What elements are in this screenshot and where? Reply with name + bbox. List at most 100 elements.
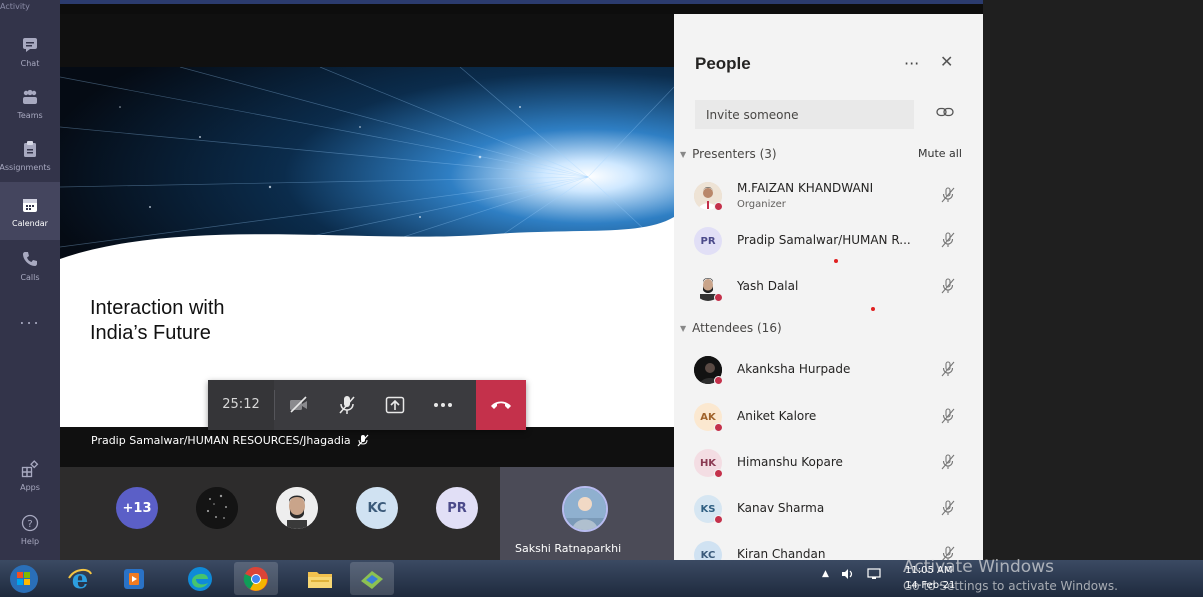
participant-name: Kanav Sharma — [737, 501, 825, 515]
participant-name: Akanksha Hurpade — [737, 362, 851, 376]
participant-initials: KC — [700, 549, 716, 561]
panel-close-button[interactable]: ✕ — [940, 52, 953, 71]
self-avatar — [562, 486, 608, 532]
chevron-up-icon[interactable]: ▲ — [822, 569, 829, 579]
rail-label-help: Help — [20, 537, 40, 546]
camera-toggle-button[interactable] — [275, 380, 323, 430]
mic-toggle-button[interactable] — [323, 380, 371, 430]
rail-more-button[interactable]: ... — [0, 290, 60, 346]
svg-text:?: ? — [27, 519, 32, 530]
rail-label-assignments: Assignments — [0, 163, 51, 172]
rail-item-activity-cut[interactable]: Activity — [0, 0, 60, 14]
invite-input[interactable] — [695, 100, 914, 129]
call-controls-bar: 25:12 — [208, 380, 526, 430]
taskbar-edge[interactable] — [178, 562, 222, 595]
participant-photo-image — [276, 487, 318, 529]
rail-item-help[interactable]: ? Help — [0, 500, 60, 558]
start-button[interactable] — [2, 562, 46, 595]
call-timer: 25:12 — [208, 380, 274, 430]
participant-avatar-pr[interactable]: PR — [436, 487, 478, 529]
participant-name: Yash Dalal — [737, 279, 799, 293]
taskbar-file-explorer[interactable] — [298, 562, 342, 595]
mic-off-icon[interactable] — [941, 454, 955, 470]
meeting-top-band — [60, 0, 983, 14]
rail-item-chat[interactable]: Chat — [0, 22, 60, 80]
annotation-dot — [834, 259, 838, 263]
participant-row[interactable]: Akanksha Hurpade — [694, 350, 976, 390]
overflow-participants-button[interactable]: +13 — [116, 487, 158, 529]
slide-graphic — [60, 67, 674, 277]
media-player-icon — [124, 568, 144, 589]
rail-item-teams[interactable]: Teams — [0, 74, 60, 132]
taskbar-internet-explorer[interactable]: e — [58, 562, 102, 595]
participant-row[interactable]: HK Himanshu Kopare — [694, 443, 976, 483]
more-actions-button[interactable] — [419, 380, 467, 430]
assignments-icon — [19, 138, 41, 160]
participant-photo-image — [196, 487, 238, 529]
avatar: PR — [694, 227, 722, 255]
participant-name: Kiran Chandan — [737, 547, 826, 560]
mic-off-icon[interactable] — [941, 187, 955, 203]
slide-title: Interaction with India’s Future — [90, 296, 225, 346]
mic-off-icon — [357, 434, 369, 447]
mic-off-icon[interactable] — [941, 408, 955, 424]
rail-label-chat: Chat — [20, 59, 40, 68]
camera-off-icon — [290, 396, 307, 413]
participant-row[interactable]: M.FAIZAN KHANDWANI Organizer — [694, 176, 976, 216]
rail-item-calls[interactable]: Calls — [0, 236, 60, 294]
presenters-label: Presenters (3) — [692, 147, 777, 161]
participant-row[interactable]: PR Pradip Samalwar/HUMAN R... — [694, 221, 976, 261]
presenters-section-toggle[interactable]: ▼ Presenters (3) — [680, 147, 777, 161]
share-screen-button[interactable] — [371, 380, 419, 430]
volume-icon[interactable] — [841, 568, 855, 580]
rail-item-apps[interactable]: Apps — [0, 446, 60, 504]
chevron-down-icon: ▼ — [680, 323, 687, 333]
calendar-icon — [19, 194, 41, 216]
folder-icon — [308, 571, 332, 588]
participant-avatar-kc[interactable]: KC — [356, 487, 398, 529]
share-tray-icon — [385, 396, 405, 414]
taskbar-chrome[interactable] — [234, 562, 278, 595]
hang-up-button[interactable] — [476, 380, 526, 430]
rail-label-calendar: Calendar — [12, 219, 48, 228]
panel-more-button[interactable]: ··· — [904, 54, 919, 73]
taskbar-media-player[interactable] — [112, 562, 156, 595]
clock-date: 14-Feb-21 — [905, 580, 956, 591]
attendees-section-toggle[interactable]: ▼ Attendees (16) — [680, 321, 782, 335]
app-window-icon — [361, 570, 383, 589]
presenter-label: Pradip Samalwar/HUMAN RESOURCES/Jhagadia — [91, 434, 369, 447]
rail-item-assignments[interactable]: Assignments — [0, 126, 60, 184]
taskbar-app-window[interactable] — [350, 562, 394, 595]
link-icon[interactable] — [936, 106, 954, 118]
action-center-icon[interactable] — [867, 568, 881, 580]
presentation-slide: Interaction with India’s Future — [60, 67, 674, 427]
participant-avatar-photo[interactable] — [196, 487, 238, 529]
panel-title: People — [695, 54, 751, 73]
participant-row[interactable]: KS Kanav Sharma — [694, 489, 976, 529]
presenter-name-text: Pradip Samalwar/HUMAN RESOURCES/Jhagadia — [91, 434, 351, 447]
rail-item-calendar[interactable]: Calendar — [0, 182, 60, 240]
chevron-down-icon: ▼ — [680, 149, 687, 159]
rail-label-apps: Apps — [20, 483, 40, 492]
mic-off-icon[interactable] — [941, 232, 955, 248]
calls-icon — [19, 248, 41, 270]
people-panel: People ··· ✕ ▼ Presenters (3) Mute all M… — [674, 14, 983, 560]
app-rail: Activity Chat Teams Assignments Calendar… — [0, 0, 60, 560]
mic-off-icon[interactable] — [941, 500, 955, 516]
taskbar-clock[interactable]: 11:05 AM 14-Feb-21 — [905, 563, 955, 593]
participant-initials: HK — [699, 457, 717, 469]
participant-name: Himanshu Kopare — [737, 455, 843, 469]
mic-off-icon[interactable] — [941, 361, 955, 377]
participant-row[interactable]: AK Aniket Kalore — [694, 397, 976, 437]
mic-off-icon[interactable] — [941, 278, 955, 294]
chrome-icon — [243, 566, 268, 591]
presence-busy-icon — [714, 202, 723, 211]
presence-busy-icon — [714, 423, 723, 432]
participant-avatar-photo[interactable] — [276, 487, 318, 529]
more-dots-icon: ... — [19, 308, 41, 328]
self-photo-image — [564, 488, 606, 530]
participant-row[interactable]: Yash Dalal — [694, 267, 976, 307]
mute-all-button[interactable]: Mute all — [918, 147, 962, 160]
windows-start-icon — [10, 564, 38, 593]
slide-title-line-2: India’s Future — [90, 322, 211, 344]
